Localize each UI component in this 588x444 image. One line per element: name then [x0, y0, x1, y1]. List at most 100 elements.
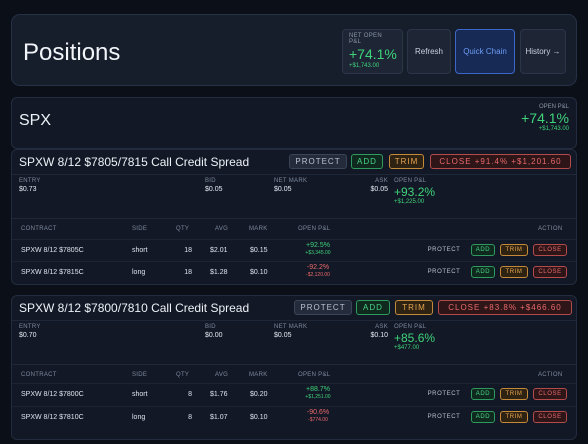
underlying-pnl-amount: +$1,743.00 [538, 126, 569, 132]
add-button[interactable]: ADD [356, 300, 390, 315]
leg-pnl-percent: +88.7% [306, 386, 330, 393]
leg-pnl-percent: -92.2% [306, 264, 330, 271]
protect-button[interactable]: PROTECT [294, 300, 352, 315]
net-open-pnl-percent: +74.1% [349, 46, 397, 62]
bid-stat: BID $0.05 [205, 178, 223, 193]
page-header: Positions NET OPEN P&L +74.1% +$1,743.00… [11, 14, 577, 86]
col-contract: CONTRACT [21, 372, 57, 378]
entry-stat: ENTRY $0.70 [19, 324, 41, 339]
close-position-button[interactable]: CLOSE +83.8% +$466.60 [438, 300, 572, 315]
col-qty: QTY [176, 226, 190, 232]
leg-close-button[interactable]: CLOSE [533, 266, 567, 278]
close-position-button[interactable]: CLOSE +91.4% +$1,201.60 [430, 154, 571, 169]
history-button[interactable]: History → [520, 29, 566, 74]
leg-pnl-percent: -90.6% [306, 409, 330, 416]
leg-avg: $1.76 [210, 391, 228, 398]
leg-trim-button[interactable]: TRIM [500, 388, 528, 400]
leg-add-button[interactable]: ADD [471, 388, 495, 400]
trim-button[interactable]: TRIM [389, 154, 424, 169]
leg-mark: $0.20 [250, 391, 268, 398]
leg-contract: SPXW 8/12 $7800C [21, 391, 84, 398]
leg-mark: $0.10 [250, 414, 268, 421]
col-avg: AVG [215, 226, 229, 232]
leg-add-button[interactable]: ADD [471, 411, 495, 423]
leg-trim-button[interactable]: TRIM [500, 244, 528, 256]
leg-pnl-amount: -$2,120.00 [306, 272, 330, 278]
refresh-button[interactable]: Refresh [407, 29, 451, 74]
net-open-pnl-card: NET OPEN P&L +74.1% +$1,743.00 [342, 29, 403, 74]
leg-open-pnl: +88.7% +$1,251.00 [288, 386, 348, 400]
ask-label: ASK [375, 178, 388, 184]
underlying-pnl-percent: +74.1% [521, 110, 569, 126]
position-header: SPXW 8/12 $7800/7810 Call Credit Spread … [12, 296, 576, 320]
underlying-pnl: OPEN P&L +74.1% +$1,743.00 [521, 104, 569, 132]
add-button[interactable]: ADD [351, 154, 383, 169]
col-mark: MARK [249, 226, 268, 232]
leg-side: long [132, 414, 146, 421]
leg-protect-button[interactable]: PROTECT [424, 266, 464, 278]
position-pnl-amount: +$1,225.00 [394, 199, 425, 205]
leg-side: short [132, 247, 148, 254]
entry-value: $0.73 [19, 186, 37, 193]
leg-contract: SPXW 8/12 $7805C [21, 247, 84, 254]
ask-label: ASK [375, 324, 388, 330]
leg-add-button[interactable]: ADD [471, 266, 495, 278]
net-mark-value: $0.05 [274, 186, 292, 193]
net-mark-label: NET MARK [274, 324, 308, 330]
leg-trim-button[interactable]: TRIM [500, 266, 528, 278]
leg-pnl-amount: +$3,345.00 [305, 250, 331, 256]
col-action: ACTION [538, 226, 563, 232]
table-row: SPXW 8/12 $7815C long 18 $1.28 $0.10 -92… [12, 261, 576, 282]
leg-close-button[interactable]: CLOSE [533, 244, 567, 256]
bid-value: $0.00 [205, 332, 223, 339]
net-open-pnl-amount: +$1,743.00 [349, 63, 380, 69]
leg-side: long [132, 269, 146, 276]
underlying-symbol: SPX [19, 112, 52, 129]
leg-close-button[interactable]: CLOSE [533, 388, 567, 400]
net-mark-value: $0.05 [274, 332, 292, 339]
table-row: SPXW 8/12 $7805C short 18 $2.01 $0.15 +9… [12, 239, 576, 260]
leg-protect-button[interactable]: PROTECT [424, 411, 464, 423]
col-avg: AVG [215, 372, 229, 378]
leg-protect-button[interactable]: PROTECT [424, 244, 464, 256]
position-header: SPXW 8/12 $7805/7815 Call Credit Spread … [12, 150, 576, 174]
leg-protect-button[interactable]: PROTECT [424, 388, 464, 400]
col-side: SIDE [132, 372, 148, 378]
col-open-pnl: OPEN P&L [298, 372, 331, 378]
net-open-pnl-label: NET OPEN P&L [349, 33, 382, 45]
leg-open-pnl: -90.6% -$774.00 [288, 409, 348, 423]
position-card: SPXW 8/12 $7805/7815 Call Credit Spread … [11, 149, 577, 285]
leg-qty: 18 [184, 269, 192, 276]
net-mark-stat: NET MARK $0.05 [274, 178, 307, 193]
legs-table: CONTRACT SIDE QTY AVG MARK OPEN P&L ACTI… [12, 364, 576, 441]
leg-close-button[interactable]: CLOSE [533, 411, 567, 423]
position-pnl-stat: OPEN P&L +93.2% +$1,225.00 [394, 178, 435, 205]
legs-table: CONTRACT SIDE QTY AVG MARK OPEN P&L ACTI… [12, 218, 576, 286]
ask-stat: ASK $0.10 [358, 324, 388, 339]
bid-value: $0.05 [205, 186, 223, 193]
trim-button[interactable]: TRIM [395, 300, 433, 315]
position-title: SPXW 8/12 $7800/7810 Call Credit Spread [19, 301, 250, 315]
entry-stat: ENTRY $0.73 [19, 178, 41, 193]
position-pnl-amount: +$477.00 [394, 345, 420, 351]
leg-qty: 18 [184, 247, 192, 254]
leg-contract: SPXW 8/12 $7815C [21, 269, 84, 276]
entry-label: ENTRY [19, 324, 41, 330]
leg-add-button[interactable]: ADD [471, 244, 495, 256]
leg-contract: SPXW 8/12 $7810C [21, 414, 84, 421]
leg-trim-button[interactable]: TRIM [500, 411, 528, 423]
position-title: SPXW 8/12 $7805/7815 Call Credit Spread [19, 155, 250, 169]
ask-value: $0.10 [370, 332, 388, 339]
leg-avg: $2.01 [210, 247, 228, 254]
col-side: SIDE [132, 226, 148, 232]
page-title: Positions [23, 39, 121, 66]
underlying-summary[interactable]: SPX OPEN P&L +74.1% +$1,743.00 [11, 97, 577, 149]
ask-stat: ASK $0.05 [358, 178, 388, 193]
leg-qty: 8 [188, 391, 192, 398]
col-mark: MARK [249, 372, 268, 378]
protect-button[interactable]: PROTECT [289, 154, 347, 169]
quick-chain-button[interactable]: Quick Chain [455, 29, 515, 74]
position-pnl-stat: OPEN P&L +85.6% +$477.00 [394, 324, 435, 351]
leg-mark: $0.10 [250, 269, 268, 276]
leg-open-pnl: -92.2% -$2,120.00 [288, 264, 348, 278]
